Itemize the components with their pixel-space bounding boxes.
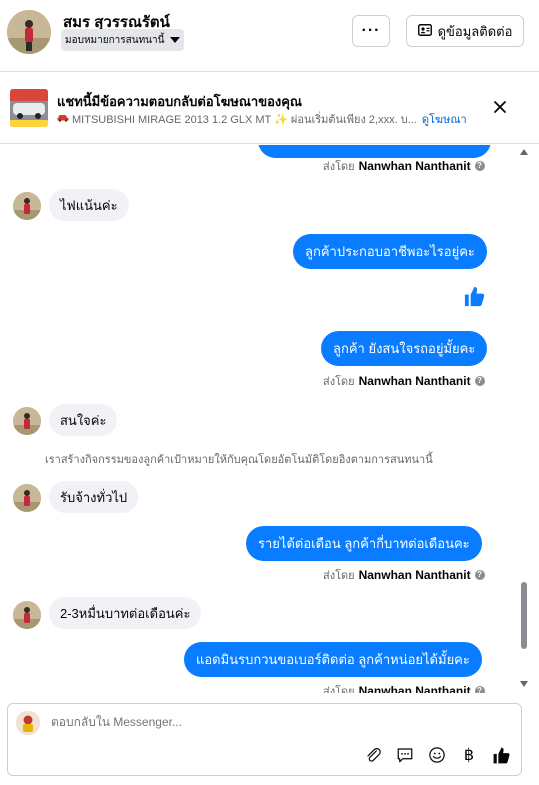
contact-avatar-small: [13, 192, 41, 220]
ad-banner-subtitle-text: MITSUBISHI MIRAGE 2013 1.2 GLX MT ✨ ผ่อน…: [72, 114, 417, 126]
composer-toolbar: ฿: [363, 745, 511, 765]
message-outgoing[interactable]: แอดมินรบกวนขอเบอร์ติดต่อ ลูกค้าหน่อยได้ม…: [184, 642, 482, 677]
help-icon[interactable]: ?: [474, 686, 485, 693]
ad-banner-title: แชทนี้มีข้อความตอบกลับต่อโฆษณาของคุณ: [57, 94, 302, 109]
message-incoming[interactable]: สนใจค่ะ: [49, 404, 118, 436]
contact-avatar[interactable]: [7, 10, 51, 54]
caret-down-icon: [170, 37, 181, 43]
help-icon[interactable]: ?: [474, 161, 485, 171]
baht-icon[interactable]: ฿: [459, 745, 479, 765]
assign-conversation-label: มอบหมายการสนทนานี้: [65, 34, 165, 46]
ad-reply-banner: แชทนี้มีข้อความตอบกลับต่อโฆษณาของคุณ MIT…: [0, 72, 539, 144]
scroll-up-arrow-icon[interactable]: [520, 149, 528, 155]
sent-by-line: ส่งโดย Nanwhan Nanthanit ?: [323, 682, 485, 693]
sent-by-prefix: ส่งโดย: [323, 686, 355, 693]
thread-scrollbar[interactable]: [518, 145, 530, 693]
smiley-icon[interactable]: [427, 745, 447, 765]
reply-input[interactable]: [51, 715, 351, 729]
close-icon[interactable]: [493, 100, 507, 119]
contact-card-icon: [417, 23, 432, 39]
contact-avatar-small: [13, 407, 41, 435]
page-avatar: [16, 711, 40, 735]
ad-thumbnail[interactable]: [10, 89, 48, 127]
message-outgoing[interactable]: รายได้ต่อเดือน ลูกค้ากี่บาทต่อเดือนคะ: [246, 526, 482, 561]
sent-by-sender[interactable]: Nanwhan Nanthanit: [359, 684, 471, 693]
help-icon[interactable]: ?: [474, 376, 485, 386]
view-ad-link[interactable]: ดูโฆษณา: [422, 110, 467, 128]
sent-by-line: ส่งโดย Nanwhan Nanthanit ?: [323, 372, 485, 390]
sent-by-prefix: ส่งโดย: [323, 570, 355, 582]
sent-by-prefix: ส่งโดย: [323, 376, 355, 388]
chat-bubble-icon[interactable]: [395, 745, 415, 765]
message-incoming[interactable]: ไฟแน้นค่ะ: [49, 189, 129, 221]
sent-by-line: ส่งโดย Nanwhan Nanthanit ?: [323, 157, 485, 175]
message-outgoing[interactable]: ลูกค้า ยังสนใจรถอยู่มั้ยคะ: [321, 331, 488, 366]
sent-by-sender[interactable]: Nanwhan Nanthanit: [359, 159, 471, 173]
message-outgoing[interactable]: ลูกค้าประกอบอาชีพอะไรอยู่คะ: [293, 234, 487, 269]
message-incoming[interactable]: 2-3หมื่นบาทต่อเดือนค่ะ: [49, 597, 202, 629]
scrollbar-thumb[interactable]: [521, 582, 527, 649]
conversation-header: สมร สุวรรณรัตน์ มอบหมายการสนทนานี้ ··· ด…: [0, 0, 539, 72]
message-thread[interactable]: ส่งโดย Nanwhan Nanthanit ? ไฟแน้นค่ะ ลูก…: [0, 145, 520, 693]
message-incoming[interactable]: รับจ้างทั่วไป: [49, 481, 139, 513]
sent-by-sender[interactable]: Nanwhan Nanthanit: [359, 568, 471, 582]
sent-by-prefix: ส่งโดย: [323, 161, 355, 173]
thumbs-up-icon[interactable]: [491, 745, 511, 765]
assign-conversation-dropdown[interactable]: มอบหมายการสนทนานี้: [61, 29, 185, 51]
system-note: เราสร้างกิจกรรมของลูกค้าเป้าหมายให้กับคุ…: [45, 454, 433, 466]
view-contact-info-label: ดูข้อมูลติดต่อ: [437, 23, 513, 39]
more-options-button[interactable]: ···: [352, 15, 390, 47]
thumbs-up-icon[interactable]: [463, 285, 486, 313]
ad-banner-subtitle: MITSUBISHI MIRAGE 2013 1.2 GLX MT ✨ ผ่อน…: [57, 110, 467, 128]
sent-by-line: ส่งโดย Nanwhan Nanthanit ?: [323, 566, 485, 584]
contact-avatar-small: [13, 601, 41, 629]
more-options-label: ···: [361, 22, 381, 39]
reply-composer: ฿: [7, 703, 522, 776]
scroll-down-arrow-icon[interactable]: [520, 681, 528, 687]
red-car-icon: [57, 113, 69, 125]
help-icon[interactable]: ?: [474, 570, 485, 580]
contact-avatar-small: [13, 484, 41, 512]
sent-by-sender[interactable]: Nanwhan Nanthanit: [359, 374, 471, 388]
view-contact-info-button[interactable]: ดูข้อมูลติดต่อ: [406, 15, 524, 47]
paperclip-icon[interactable]: [363, 745, 383, 765]
